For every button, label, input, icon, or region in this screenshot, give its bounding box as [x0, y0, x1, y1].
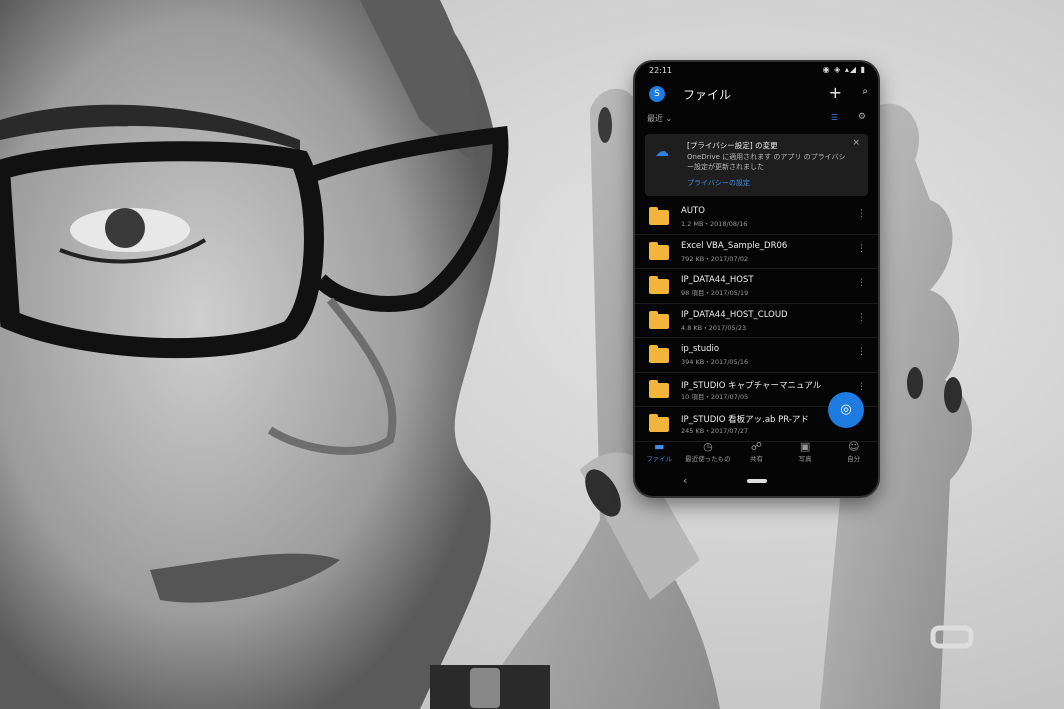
list-item[interactable]: IP_DATA44_HOST 98 項目・2017/05/19 ⋮ — [635, 269, 878, 304]
page-title: ファイル — [683, 88, 732, 102]
folder-icon: ▬ — [654, 440, 665, 453]
folder-icon — [649, 379, 669, 398]
privacy-settings-link[interactable]: プライバシーの設定 — [687, 178, 750, 188]
tab-me[interactable]: ☺ 自分 — [829, 434, 878, 470]
list-item[interactable]: ip_studio 394 KB・2017/05/16 ⋮ — [635, 338, 878, 373]
folder-icon — [649, 241, 669, 260]
folder-icon — [649, 207, 669, 225]
more-icon[interactable]: ⋮ — [857, 244, 866, 254]
tab-label: 自分 — [847, 455, 861, 463]
banner-text: OneDrive に適用されます のアプリ のプライバシー設定が更新されました — [687, 153, 846, 171]
gear-icon[interactable]: ⚙ — [858, 112, 866, 122]
camera-fab-button[interactable]: ◎ — [828, 392, 864, 428]
folder-icon — [649, 276, 669, 294]
cloud-icon: ☁ — [655, 144, 669, 160]
status-bar: 22:11 ◉ ◈ ▴◢ ▮ — [635, 62, 878, 78]
folder-icon — [649, 310, 669, 329]
file-name: IP_STUDIO キャプチャーマニュアル — [681, 380, 822, 391]
banner-title: [プライバシー設定] の変更 — [687, 141, 778, 150]
status-icons: ◉ ◈ ▴◢ ▮ — [822, 65, 866, 74]
clock-icon: ◷ — [703, 440, 713, 453]
search-icon[interactable]: ⌕ — [862, 86, 868, 97]
more-icon[interactable]: ⋮ — [857, 347, 866, 357]
avatar[interactable]: S — [649, 86, 665, 102]
more-icon[interactable]: ⋮ — [857, 382, 866, 392]
tab-label: 最近使ったもの — [685, 455, 731, 463]
file-meta: 10 項目・2017/07/05 — [681, 392, 749, 401]
file-name: AUTO — [681, 206, 705, 216]
file-name: Excel VBA_Sample_DR06 — [681, 240, 788, 251]
status-time: 22:11 — [649, 66, 673, 75]
tab-label: ファイル — [646, 455, 673, 463]
sort-row: 最近 ⌄ ☰ ⚙ — [635, 110, 878, 128]
list-item[interactable]: IP_DATA44_HOST_CLOUD 4.8 KB・2017/05/23 ⋮ — [635, 304, 878, 338]
sort-dropdown[interactable]: 最近 ⌄ — [647, 113, 672, 124]
back-icon[interactable]: ‹ — [683, 474, 687, 487]
app-bar: S ファイル + ⌕ — [635, 80, 878, 110]
file-meta: 792 KB・2017/07/02 — [681, 254, 749, 263]
tab-label: 共有 — [749, 455, 763, 463]
file-name: IP_DATA44_HOST_CLOUD — [681, 309, 788, 320]
folder-icon — [649, 345, 669, 363]
privacy-banner: ☁ [プライバシー設定] の変更 OneDrive に適用されます のアプリ の… — [645, 134, 868, 196]
tab-recent[interactable]: ◷ 最近使ったもの — [684, 434, 733, 470]
file-name: ip_studio — [681, 344, 720, 354]
list-item[interactable]: Excel VBA_Sample_DR06 792 KB・2017/07/02 … — [635, 235, 878, 269]
person-icon: ☺ — [847, 440, 860, 453]
list-item[interactable]: AUTO 1.2 MB・2018/08/16 ⋮ — [635, 200, 878, 235]
smartphone-screen: 22:11 ◉ ◈ ▴◢ ▮ S ファイル + ⌕ 最近 ⌄ ☰ ⚙ ☁ [プラ… — [635, 62, 878, 496]
bottom-nav: ▬ ファイル ◷ 最近使ったもの ☍ 共有 ▣ 写真 ☺ 自分 — [635, 434, 878, 470]
view-toggle-icon[interactable]: ☰ — [831, 113, 838, 122]
people-icon: ☍ — [750, 440, 763, 453]
file-name: IP_STUDIO 看板アッ.ab PR-アド — [681, 415, 809, 425]
file-meta: 98 項目・2017/05/19 — [681, 289, 749, 297]
add-icon[interactable]: + — [829, 83, 842, 102]
system-nav-bar: ‹ — [635, 472, 878, 492]
tab-files[interactable]: ▬ ファイル — [635, 434, 684, 470]
tab-label: 写真 — [798, 455, 812, 463]
photo-icon: ▣ — [799, 440, 811, 453]
file-meta: 394 KB・2017/05/16 — [681, 358, 749, 366]
file-name: IP_DATA44_HOST — [681, 275, 754, 285]
tab-shared[interactable]: ☍ 共有 — [732, 434, 781, 470]
file-meta: 4.8 KB・2017/05/23 — [681, 323, 747, 332]
photo-background — [0, 0, 1064, 709]
more-icon[interactable]: ⋮ — [857, 209, 866, 219]
more-icon[interactable]: ⋮ — [857, 313, 866, 323]
home-indicator[interactable] — [747, 479, 767, 483]
close-icon[interactable]: × — [852, 138, 860, 148]
folder-icon — [649, 414, 669, 432]
file-meta: 1.2 MB・2018/08/16 — [681, 220, 748, 228]
tab-photos[interactable]: ▣ 写真 — [781, 434, 830, 470]
more-icon[interactable]: ⋮ — [857, 278, 866, 288]
